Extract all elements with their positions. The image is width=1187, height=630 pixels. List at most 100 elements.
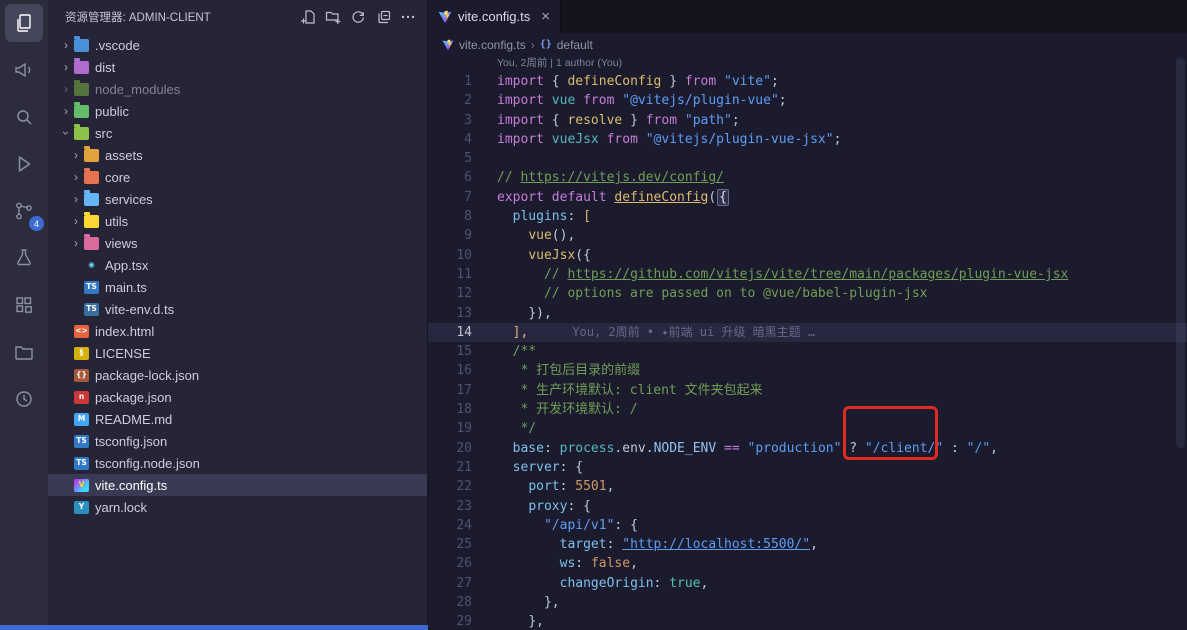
code-line-25[interactable]: 25 target: "http://localhost:5500/",	[428, 535, 1187, 554]
line-number: 17	[428, 381, 472, 400]
code-line-19[interactable]: 19 */	[428, 419, 1187, 438]
tree-item-.vscode[interactable]: › .vscode	[48, 34, 427, 56]
tree-item-tsconfig.json[interactable]: TStsconfig.json	[48, 430, 427, 452]
tree-item-package.json[interactable]: npackage.json	[48, 386, 427, 408]
code-line-14[interactable]: 14 ],You, 2周前 • ✦前端 ui 升级 暗黑主题 …	[428, 323, 1187, 342]
tab-vite-config[interactable]: vite.config.ts ×	[428, 0, 561, 33]
code-line-26[interactable]: 26 ws: false,	[428, 554, 1187, 573]
new-folder-icon[interactable]	[322, 6, 344, 28]
tree-item-readme.md[interactable]: MREADME.md	[48, 408, 427, 430]
tree-item-label: dist	[95, 60, 115, 75]
code-line-23[interactable]: 23 proxy: {	[428, 497, 1187, 516]
vscode-window: 4 资源管理器: ADMIN-CLIENT	[0, 0, 1187, 630]
tree-item-package-lock.json[interactable]: {}package-lock.json	[48, 364, 427, 386]
code-line-8[interactable]: 8 plugins: [	[428, 207, 1187, 226]
tree-item-dist[interactable]: › dist	[48, 56, 427, 78]
markdown-file-icon: M	[74, 413, 89, 426]
code-line-28[interactable]: 28 },	[428, 593, 1187, 612]
tree-item-public[interactable]: ›public	[48, 100, 427, 122]
code-line-4[interactable]: 4import vueJsx from "@vitejs/plugin-vue-…	[428, 130, 1187, 149]
tree-item-utils[interactable]: ›utils	[48, 210, 427, 232]
code-line-22[interactable]: 22 port: 5501,	[428, 477, 1187, 496]
code-line-1[interactable]: 1import { defineConfig } from "vite";	[428, 72, 1187, 91]
code-line-21[interactable]: 21 server: {	[428, 458, 1187, 477]
tree-item-yarn.lock[interactable]: Yyarn.lock	[48, 496, 427, 518]
chevron-icon[interactable]: ›	[59, 125, 73, 141]
chevron-icon[interactable]: ›	[68, 214, 84, 228]
code-line-3[interactable]: 3import { resolve } from "path";	[428, 111, 1187, 130]
tree-item-main.ts[interactable]: TSmain.ts	[48, 276, 427, 298]
chevron-icon[interactable]: ›	[58, 38, 74, 52]
code-line-12[interactable]: 12 // options are passed on to @vue/babe…	[428, 284, 1187, 303]
code-line-13[interactable]: 13 }),	[428, 304, 1187, 323]
search-icon[interactable]	[5, 98, 43, 136]
close-tab-icon[interactable]: ×	[541, 8, 550, 25]
code-line-29[interactable]: 29 },	[428, 612, 1187, 630]
line-number: 13	[428, 304, 472, 323]
collapse-folders-icon[interactable]	[372, 6, 394, 28]
source-control-icon[interactable]: 4	[5, 192, 43, 230]
code-line-6[interactable]: 6// https://vitejs.dev/config/	[428, 168, 1187, 187]
code-line-15[interactable]: 15 /**	[428, 342, 1187, 361]
code-line-20[interactable]: 20 base: process.env.NODE_ENV == "produc…	[428, 439, 1187, 458]
scrollbar-thumb[interactable]	[1176, 58, 1185, 448]
code-line-27[interactable]: 27 changeOrigin: true,	[428, 574, 1187, 593]
code-line-7[interactable]: 7export default defineConfig({	[428, 188, 1187, 207]
tree-item-index.html[interactable]: <>index.html	[48, 320, 427, 342]
chevron-icon[interactable]: ›	[58, 104, 74, 118]
testing-beaker-icon[interactable]	[5, 239, 43, 277]
extensions-icon[interactable]	[5, 286, 43, 324]
code-line-5[interactable]: 5	[428, 149, 1187, 168]
line-number: 15	[428, 342, 472, 361]
chevron-icon[interactable]: ›	[68, 148, 84, 162]
tree-item-vite.config.ts[interactable]: Vvite.config.ts	[48, 474, 427, 496]
run-and-debug-icon[interactable]	[5, 145, 43, 183]
chevron-icon[interactable]: ›	[58, 82, 74, 96]
tree-item-src[interactable]: ›src	[48, 122, 427, 144]
line-number: 21	[428, 458, 472, 477]
code-line-18[interactable]: 18 * 开发环境默认: /	[428, 400, 1187, 419]
chevron-icon[interactable]: ›	[68, 236, 84, 250]
project-folder-icon[interactable]	[5, 333, 43, 371]
tree-item-views[interactable]: › views	[48, 232, 427, 254]
tree-item-services[interactable]: ›services	[48, 188, 427, 210]
history-clock-icon[interactable]	[5, 380, 43, 418]
announcement-megaphone-icon[interactable]	[5, 51, 43, 89]
tree-item-vite-env.d.ts[interactable]: TSvite-env.d.ts	[48, 298, 427, 320]
tree-item-license[interactable]: §LICENSE	[48, 342, 427, 364]
tree-item-assets[interactable]: ›assets	[48, 144, 427, 166]
chevron-icon[interactable]: ›	[58, 60, 74, 74]
code-line-9[interactable]: 9 vue(),	[428, 226, 1187, 245]
tree-item-label: .vscode	[95, 38, 140, 53]
refresh-icon[interactable]	[347, 6, 369, 28]
line-number: 18	[428, 400, 472, 419]
breadcrumb-symbol[interactable]: default	[557, 38, 593, 52]
chevron-icon[interactable]: ›	[68, 192, 84, 206]
code-line-11[interactable]: 11 // https://github.com/vitejs/vite/tre…	[428, 265, 1187, 284]
tree-item-tsconfig.node.json[interactable]: TStsconfig.node.json	[48, 452, 427, 474]
html-file-icon: <>	[74, 325, 89, 338]
vite-logo-icon	[442, 39, 454, 51]
more-actions-icon[interactable]	[397, 6, 419, 28]
chevron-icon[interactable]: ›	[68, 170, 84, 184]
new-file-icon[interactable]	[297, 6, 319, 28]
symbol-module-icon: {}	[540, 39, 552, 50]
breadcrumb-file[interactable]: vite.config.ts	[459, 38, 526, 52]
services-folder-icon	[84, 193, 99, 206]
tree-item-app.tsx[interactable]: ◉App.tsx	[48, 254, 427, 276]
code-line-16[interactable]: 16 * 打包后目录的前缀	[428, 361, 1187, 380]
code-line-2[interactable]: 2import vue from "@vitejs/plugin-vue";	[428, 91, 1187, 110]
activity-bar: 4	[0, 0, 48, 630]
tree-item-label: core	[105, 170, 130, 185]
line-number: 19	[428, 419, 472, 438]
explorer-icon[interactable]	[5, 4, 43, 42]
tree-item-node_modules[interactable]: ›node_modules	[48, 78, 427, 100]
tree-item-core[interactable]: › core	[48, 166, 427, 188]
code-line-10[interactable]: 10 vueJsx({	[428, 246, 1187, 265]
line-number: 28	[428, 593, 472, 612]
tree-item-label: views	[105, 236, 138, 251]
line-number: 10	[428, 246, 472, 265]
code-line-24[interactable]: 24 "/api/v1": {	[428, 516, 1187, 535]
codelens-blame[interactable]: You, 2周前 | 1 author (You)	[428, 56, 1187, 72]
code-line-17[interactable]: 17 * 生产环境默认: client 文件夹包起来	[428, 381, 1187, 400]
